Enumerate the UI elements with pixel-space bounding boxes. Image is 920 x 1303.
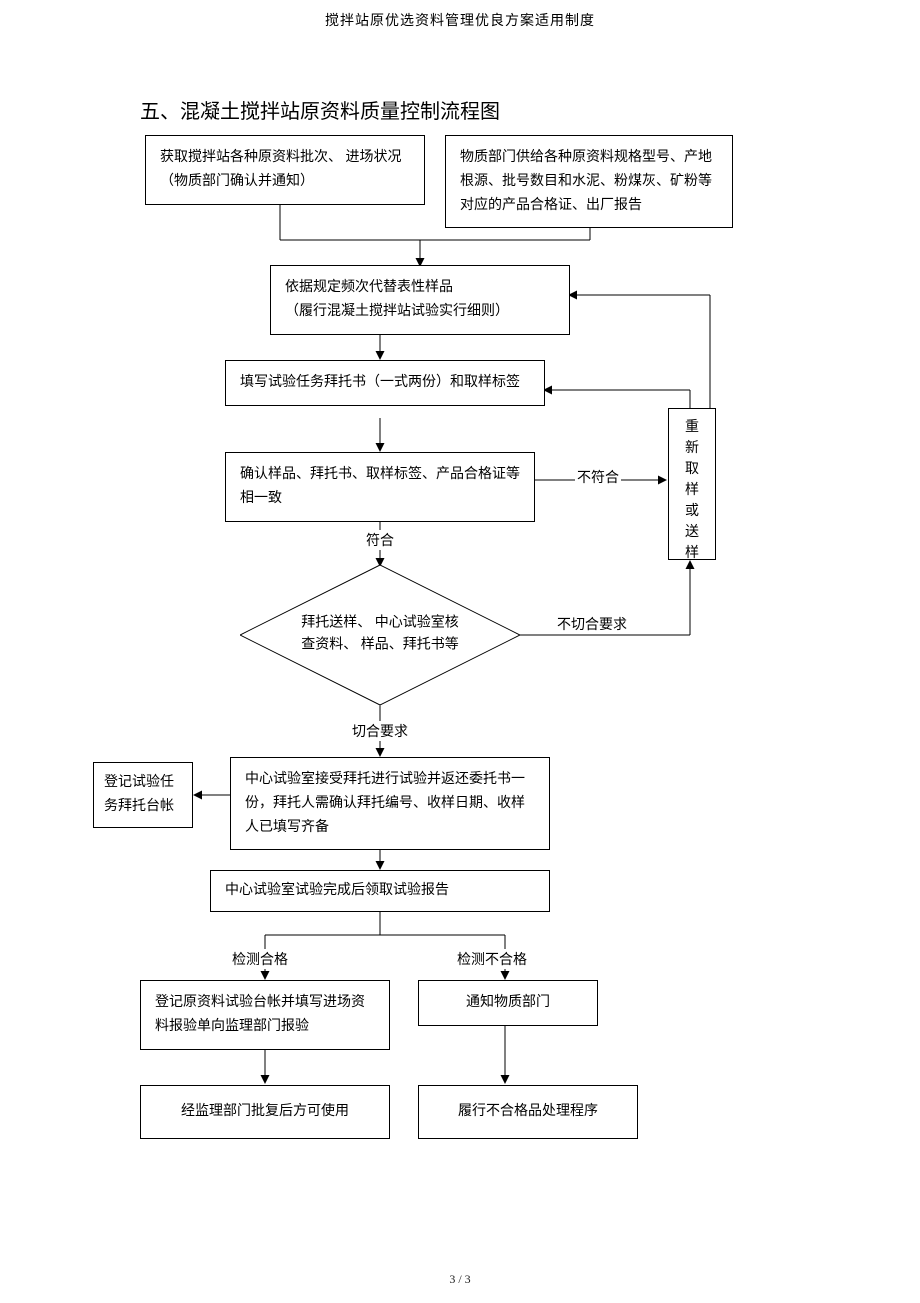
node-material-dept-supply: 物质部门供给各种原资料规格型号、产地根源、批号数目和水泥、粉煤灰、矿粉等对应的产… <box>445 135 733 228</box>
node-register-ledger: 登记试验任务拜托台帐 <box>93 762 193 828</box>
label-fail: 检测不合格 <box>455 949 529 969</box>
decision-text: 拜托送样、 中心试验室核查资料、 样品、拜托书等 <box>300 613 460 658</box>
label-nonconform: 不符合 <box>575 467 621 487</box>
label-conform: 符合 <box>364 530 396 550</box>
node-lab-accept: 中心试验室接受拜托进行试验并返还委托书一份，拜托人需确认拜托编号、收样日期、收样… <box>230 757 550 850</box>
node-register-submit: 登记原资料试验台帐并填写进场资料报验单向监理部门报验 <box>140 980 390 1050</box>
node-fill-commission: 填写试验任务拜托书（一式两份）和取样标签 <box>225 360 545 406</box>
node-get-report: 中心试验室试验完成后领取试验报告 <box>210 870 550 912</box>
label-meet: 切合要求 <box>350 721 410 741</box>
node-acquire-batch: 获取搅拌站各种原资料批次、 进场状况（物质部门确认并通知） <box>145 135 425 205</box>
node-nonconforming-proc: 履行不合格品处理程序 <box>418 1085 638 1139</box>
node-resample: 重新取样或送样 <box>668 408 716 560</box>
flowchart-page: 搅拌站原优选资料管理优良方案适用制度 五、混凝土搅拌站原资料质量控制流程图 <box>0 0 920 1303</box>
node-decision-review: 拜托送样、 中心试验室核查资料、 样品、拜托书等 <box>240 565 520 705</box>
node-after-approval: 经监理部门批复后方可使用 <box>140 1085 390 1139</box>
page-footer: 3 / 3 <box>0 1272 920 1287</box>
node-notify-dept: 通知物质部门 <box>418 980 598 1026</box>
label-notmeet: 不切合要求 <box>555 614 629 634</box>
node-confirm-consistency: 确认样品、拜托书、取样标签、产品合格证等相一致 <box>225 452 535 522</box>
label-pass: 检测合格 <box>230 949 290 969</box>
node-sampling-rule: 依据规定频次代替表性样品 （履行混凝土搅拌站试验实行细则） <box>270 265 570 335</box>
